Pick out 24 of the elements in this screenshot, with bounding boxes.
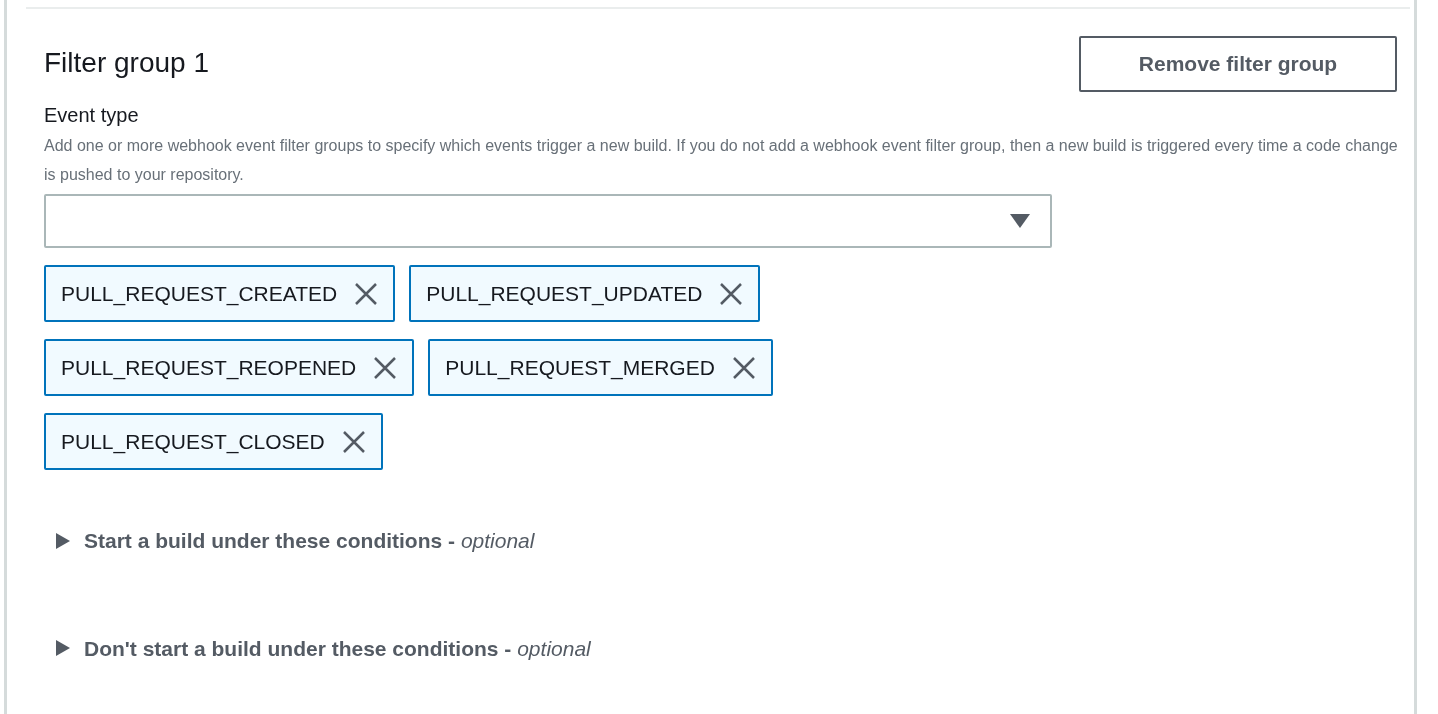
caret-down-icon	[1010, 214, 1030, 228]
close-icon	[731, 355, 756, 380]
token-label: PULL_REQUEST_CREATED	[61, 280, 338, 308]
token-label: PULL_REQUEST_MERGED	[445, 354, 715, 382]
section-expander[interactable]: Start a build under these conditions - optional	[56, 525, 1397, 557]
remove-filter-group-button[interactable]: Remove filter group	[1079, 36, 1397, 92]
section-expander[interactable]: Don't start a build under these conditions - optional	[56, 632, 1397, 664]
close-icon	[354, 281, 379, 306]
filter-group-title: Filter group 1	[44, 46, 209, 80]
remove-token-button[interactable]	[353, 280, 380, 307]
close-icon	[341, 429, 366, 454]
token-label: PULL_REQUEST_CLOSED	[61, 428, 325, 456]
caret-right-icon	[56, 640, 70, 657]
token-label: PULL_REQUEST_UPDATED	[426, 280, 703, 308]
close-icon	[373, 355, 398, 380]
remove-token-button[interactable]	[730, 354, 757, 381]
close-icon	[719, 281, 744, 306]
event-type-label: Event type	[44, 103, 140, 128]
event-type-description: Add one or more webhook event filter groups to specify which events trigger a new build. If you do not add a webhook event filter group, then a new build is triggered every time a code change is pushed to your repository.	[44, 136, 1399, 185]
remove-token-button[interactable]	[372, 354, 399, 381]
remove-token-button[interactable]	[340, 428, 367, 455]
caret-right-icon	[56, 532, 70, 549]
token-label: PULL_REQUEST_REOPENED	[61, 354, 357, 382]
remove-token-button[interactable]	[718, 280, 745, 307]
